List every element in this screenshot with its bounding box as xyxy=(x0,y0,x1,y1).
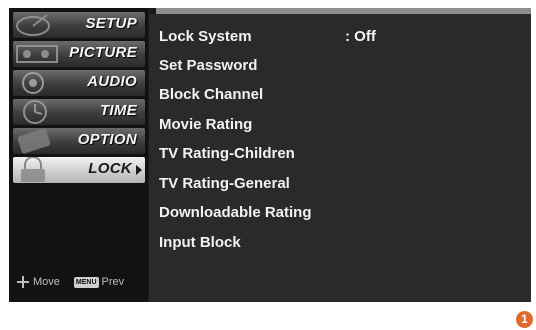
tab-label: TIME xyxy=(99,102,137,119)
hint-prev-label: Prev xyxy=(101,276,125,288)
speaker-icon xyxy=(22,72,44,94)
menu-item-lock-system[interactable]: Lock System : Off xyxy=(159,28,376,45)
menu-item-downloadable-rating[interactable]: Downloadable Rating xyxy=(159,204,345,221)
menu-item-input-block[interactable]: Input Block xyxy=(159,234,345,251)
menu-item-movie-rating[interactable]: Movie Rating xyxy=(159,116,345,133)
tv-menu-frame: SETUP PICTURE AUDIO TIME OPTION LOCK Mov… xyxy=(9,8,531,302)
menu-item-tv-rating-children[interactable]: TV Rating-Children xyxy=(159,145,345,162)
menu-item-label: Block Channel xyxy=(159,86,264,103)
tab-label: PICTURE xyxy=(69,44,137,61)
navigation-hint: Move MENU Prev xyxy=(17,276,124,288)
tab-setup[interactable]: SETUP xyxy=(13,12,145,38)
menu-item-label: Input Block xyxy=(159,234,241,251)
menu-item-label: Lock System xyxy=(159,28,252,45)
option-card-icon xyxy=(17,128,51,154)
menu-item-label: Movie Rating xyxy=(159,116,253,133)
tab-label: SETUP xyxy=(85,15,137,32)
page-number-badge: 1 xyxy=(516,311,533,328)
tab-time[interactable]: TIME xyxy=(13,99,145,125)
menu-item-label: TV Rating-Children xyxy=(159,145,295,162)
menu-item-value: : Off xyxy=(345,28,376,45)
menu-item-set-password[interactable]: Set Password xyxy=(159,57,345,74)
tab-label: AUDIO xyxy=(87,73,137,90)
clock-icon xyxy=(23,100,47,124)
tab-lock[interactable]: LOCK xyxy=(13,157,145,183)
menu-item-label: TV Rating-General xyxy=(159,175,290,192)
lock-menu-panel: Lock System : Off Set Password Block Cha… xyxy=(149,14,531,302)
tab-picture[interactable]: PICTURE xyxy=(13,41,145,67)
menu-item-tv-rating-general[interactable]: TV Rating-General xyxy=(159,175,345,192)
lock-icon xyxy=(21,157,45,182)
tab-option[interactable]: OPTION xyxy=(13,128,145,154)
hint-move-label: Move xyxy=(33,276,60,288)
menu-item-label: Set Password xyxy=(159,57,258,74)
tab-label: OPTION xyxy=(77,131,137,148)
satellite-dish-icon xyxy=(16,14,50,36)
menu-key-icon: MENU xyxy=(73,276,99,288)
category-sidebar: SETUP PICTURE AUDIO TIME OPTION LOCK Mov… xyxy=(9,8,148,302)
menu-item-block-channel[interactable]: Block Channel xyxy=(159,86,345,103)
menu-item-label: Downloadable Rating xyxy=(159,204,312,221)
move-arrows-icon xyxy=(17,276,29,288)
film-reel-icon xyxy=(16,45,58,63)
chevron-right-icon xyxy=(136,165,142,175)
tab-label: LOCK xyxy=(88,160,132,177)
tab-audio[interactable]: AUDIO xyxy=(13,70,145,96)
